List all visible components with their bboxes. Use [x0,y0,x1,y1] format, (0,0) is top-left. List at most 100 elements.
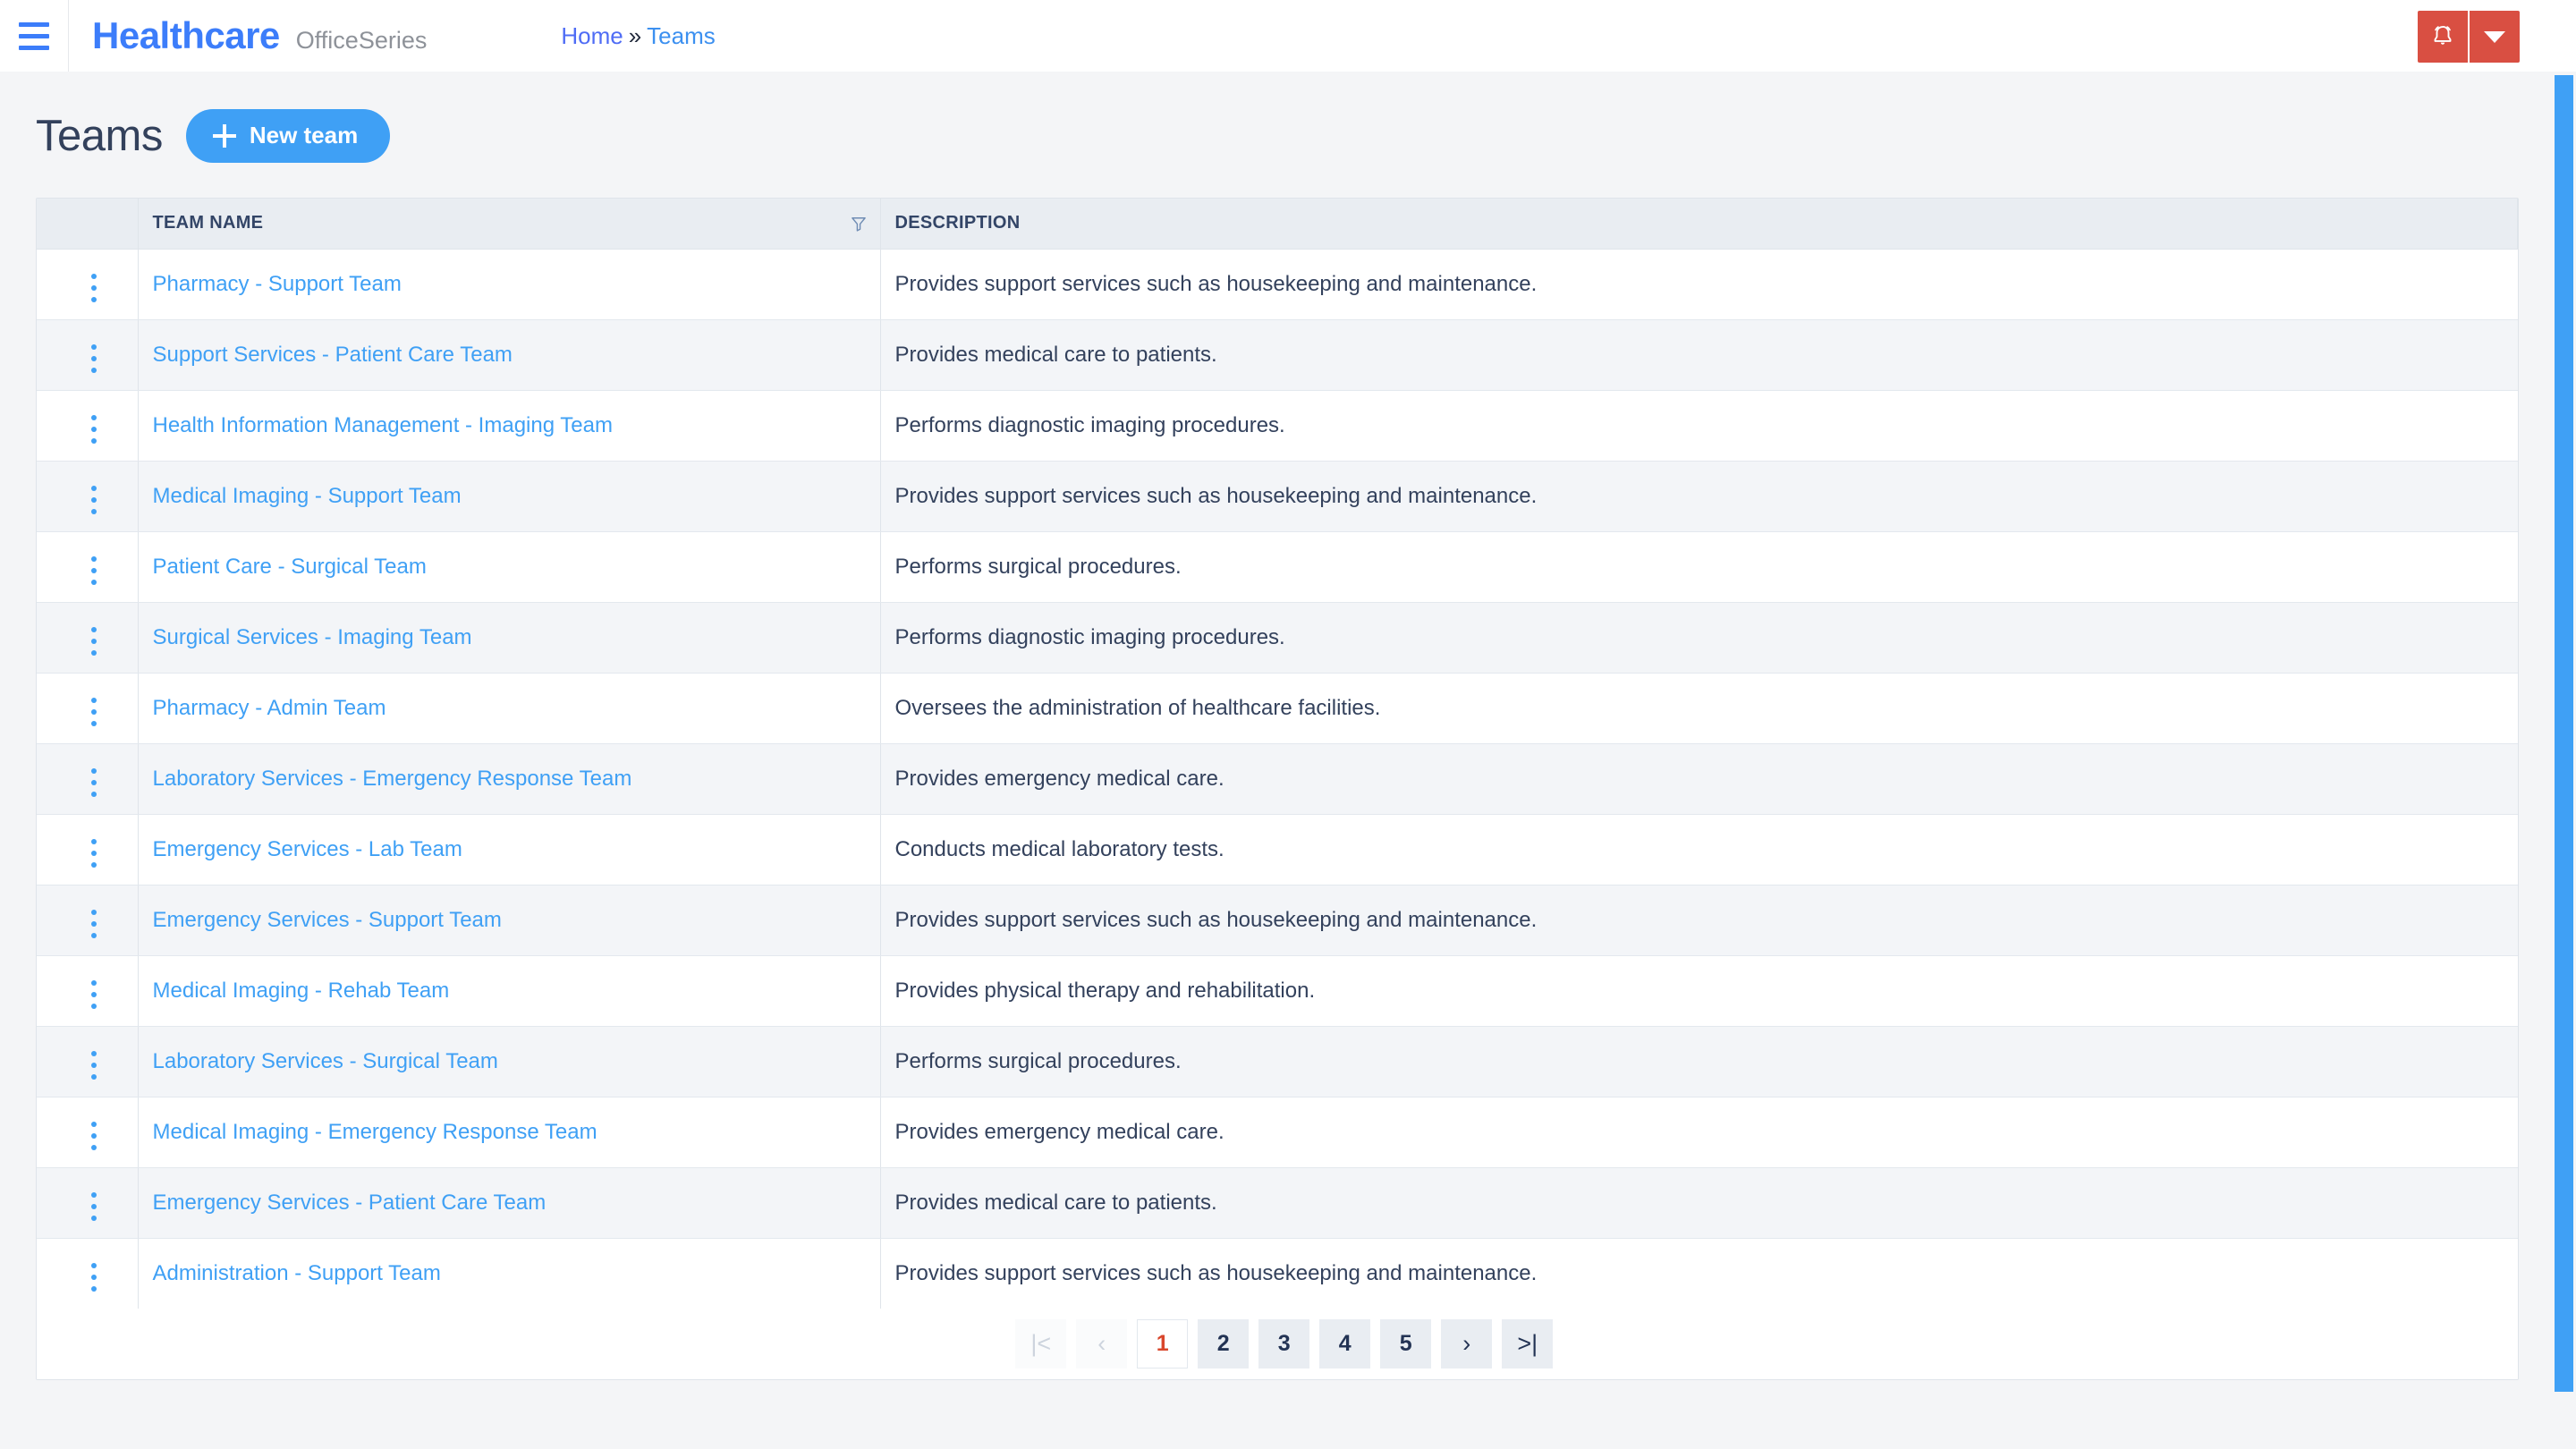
team-name-link[interactable]: Medical Imaging - Support Team [153,484,462,508]
column-header-team-name: TEAM NAME [138,199,881,250]
team-name-link[interactable]: Pharmacy - Admin Team [153,696,386,720]
brand-logo[interactable]: Healthcare OfficeSeries [92,14,427,57]
pagination-page-5[interactable]: 5 [1380,1319,1432,1368]
table-row: Health Information Management - Imaging … [37,390,2518,462]
kebab-menu-icon[interactable] [79,834,109,873]
kebab-menu-icon[interactable] [79,692,109,732]
team-name-cell: Health Information Management - Imaging … [138,390,881,462]
notification-dropdown-button[interactable] [2470,11,2520,63]
team-name-link[interactable]: Surgical Services - Imaging Team [153,625,472,649]
team-name-cell: Laboratory Services - Surgical Team [138,1026,881,1097]
new-team-button-label: New team [249,122,359,148]
kebab-menu-icon[interactable] [79,551,109,590]
column-header-description-label: DESCRIPTION [894,213,1021,233]
column-header-description: DESCRIPTION [880,199,2518,250]
table-row: Emergency Services - Patient Care Team Pr… [37,1167,2518,1239]
kebab-menu-icon[interactable] [79,1258,109,1297]
row-actions-cell [37,885,139,956]
team-name-cell: Patient Care - Surgical Team [138,531,881,603]
pagination-first-button[interactable]: |< [1015,1319,1067,1368]
kebab-menu-icon[interactable] [79,622,109,661]
notification-button-group [2418,11,2520,63]
kebab-menu-icon[interactable] [79,763,109,802]
vertical-scrollbar-thumb[interactable] [2555,75,2573,1392]
team-name-link[interactable]: Pharmacy - Support Team [153,272,402,296]
row-actions-cell [37,461,139,532]
team-description-cell: Provides support services such as housek… [880,249,2518,320]
team-name-link[interactable]: Laboratory Services - Emergency Response… [153,767,632,791]
pagination-page-2[interactable]: 2 [1198,1319,1250,1368]
row-actions-cell [37,1167,139,1239]
plus-icon [212,123,236,148]
breadcrumb-home-link[interactable]: Home [561,22,623,50]
pagination-page-3[interactable]: 3 [1258,1319,1310,1368]
team-name-cell: Emergency Services - Support Team [138,885,881,956]
breadcrumb-current-page[interactable]: Teams [647,22,716,50]
breadcrumb-separator-icon: » [628,21,642,49]
pagination-last-button[interactable]: >| [1502,1319,1554,1368]
pagination-next-button[interactable]: › [1441,1319,1493,1368]
column-header-actions [37,199,139,250]
filter-funnel-icon[interactable] [850,214,868,233]
team-description-cell: Provides physical therapy and rehabilita… [880,955,2518,1027]
pagination-page-4[interactable]: 4 [1319,1319,1371,1368]
team-name-link[interactable]: Medical Imaging - Emergency Response Tea… [153,1120,597,1144]
table-footer: |< ‹ 1 2 3 4 5 › >| [37,1309,2518,1379]
table-body: Pharmacy - Support Team Provides support … [37,249,2518,1309]
topbar-divider [68,0,69,72]
team-description-cell: Provides medical care to patients. [880,319,2518,391]
kebab-menu-icon[interactable] [79,480,109,520]
kebab-menu-icon[interactable] [79,268,109,308]
kebab-menu-icon[interactable] [79,975,109,1014]
kebab-menu-icon[interactable] [79,410,109,449]
team-name-link[interactable]: Patient Care - Surgical Team [153,555,427,579]
team-description-cell: Provides support services such as housek… [894,1260,1538,1285]
hamburger-bar [19,33,49,38]
table-row: Medical Imaging - Rehab Team Provides phy… [37,955,2518,1027]
column-header-team-name-label: TEAM NAME [152,213,264,233]
table-row: Emergency Services - Lab Team Conducts me… [37,814,2518,886]
table-row: Administration - Support Team Provides su… [37,1238,2518,1309]
team-name-link[interactable]: Emergency Services - Lab Team [153,837,462,861]
team-description-cell: Provides emergency medical care. [880,1097,2518,1168]
row-actions-cell [37,743,139,815]
team-name-link[interactable]: Support Services - Patient Care Team [153,343,513,367]
chevron-down-icon [2484,30,2505,43]
kebab-menu-icon[interactable] [79,1187,109,1226]
team-name-link[interactable]: Medical Imaging - Rehab Team [153,979,450,1003]
vertical-scrollbar-track[interactable] [2552,72,2576,1449]
team-description-cell: Provides emergency medical care. [880,743,2518,815]
kebab-menu-icon[interactable] [79,1046,109,1085]
team-name-link[interactable]: Emergency Services - Patient Care Team [153,1191,547,1215]
team-name-link[interactable]: Administration - Support Team [153,1261,441,1285]
team-name-cell: Pharmacy - Admin Team [138,673,881,744]
new-team-button[interactable]: New team [185,109,391,163]
hamburger-menu-icon[interactable] [0,0,68,72]
team-name-cell: Surgical Services - Imaging Team [138,602,881,674]
pagination-page-1[interactable]: 1 [1137,1319,1189,1368]
table-row: Support Services - Patient Care Team Prov… [37,319,2518,391]
row-actions-cell [37,955,139,1027]
table-row: Surgical Services - Imaging Team Performs… [37,602,2518,674]
table-header-row: TEAM NAME DESCRIPTION [37,199,2518,250]
team-name-link[interactable]: Health Information Management - Imaging … [153,413,614,437]
team-name-cell: Pharmacy - Support Team [138,249,881,320]
hamburger-bar [19,45,49,50]
team-name-cell: Emergency Services - Patient Care Team [138,1167,881,1239]
row-actions-cell [37,673,139,744]
notification-bell-button[interactable] [2418,11,2470,63]
pagination-prev-button[interactable]: ‹ [1076,1319,1128,1368]
row-actions-cell [37,319,139,391]
team-description-cell: Oversees the administration of healthcar… [880,673,2518,744]
team-name-cell: Medical Imaging - Emergency Response Tea… [138,1097,881,1168]
team-description-cell: Provides medical care to patients. [880,1167,2518,1239]
team-name-link[interactable]: Laboratory Services - Surgical Team [153,1049,498,1073]
row-actions-cell [37,531,139,603]
row-actions-cell [37,249,139,320]
kebab-menu-icon[interactable] [79,339,109,378]
kebab-menu-icon[interactable] [79,1116,109,1156]
row-actions-cell [37,1026,139,1097]
team-name-link[interactable]: Emergency Services - Support Team [153,908,502,932]
team-description-cell: Performs surgical procedures. [880,531,2518,603]
kebab-menu-icon[interactable] [79,904,109,944]
